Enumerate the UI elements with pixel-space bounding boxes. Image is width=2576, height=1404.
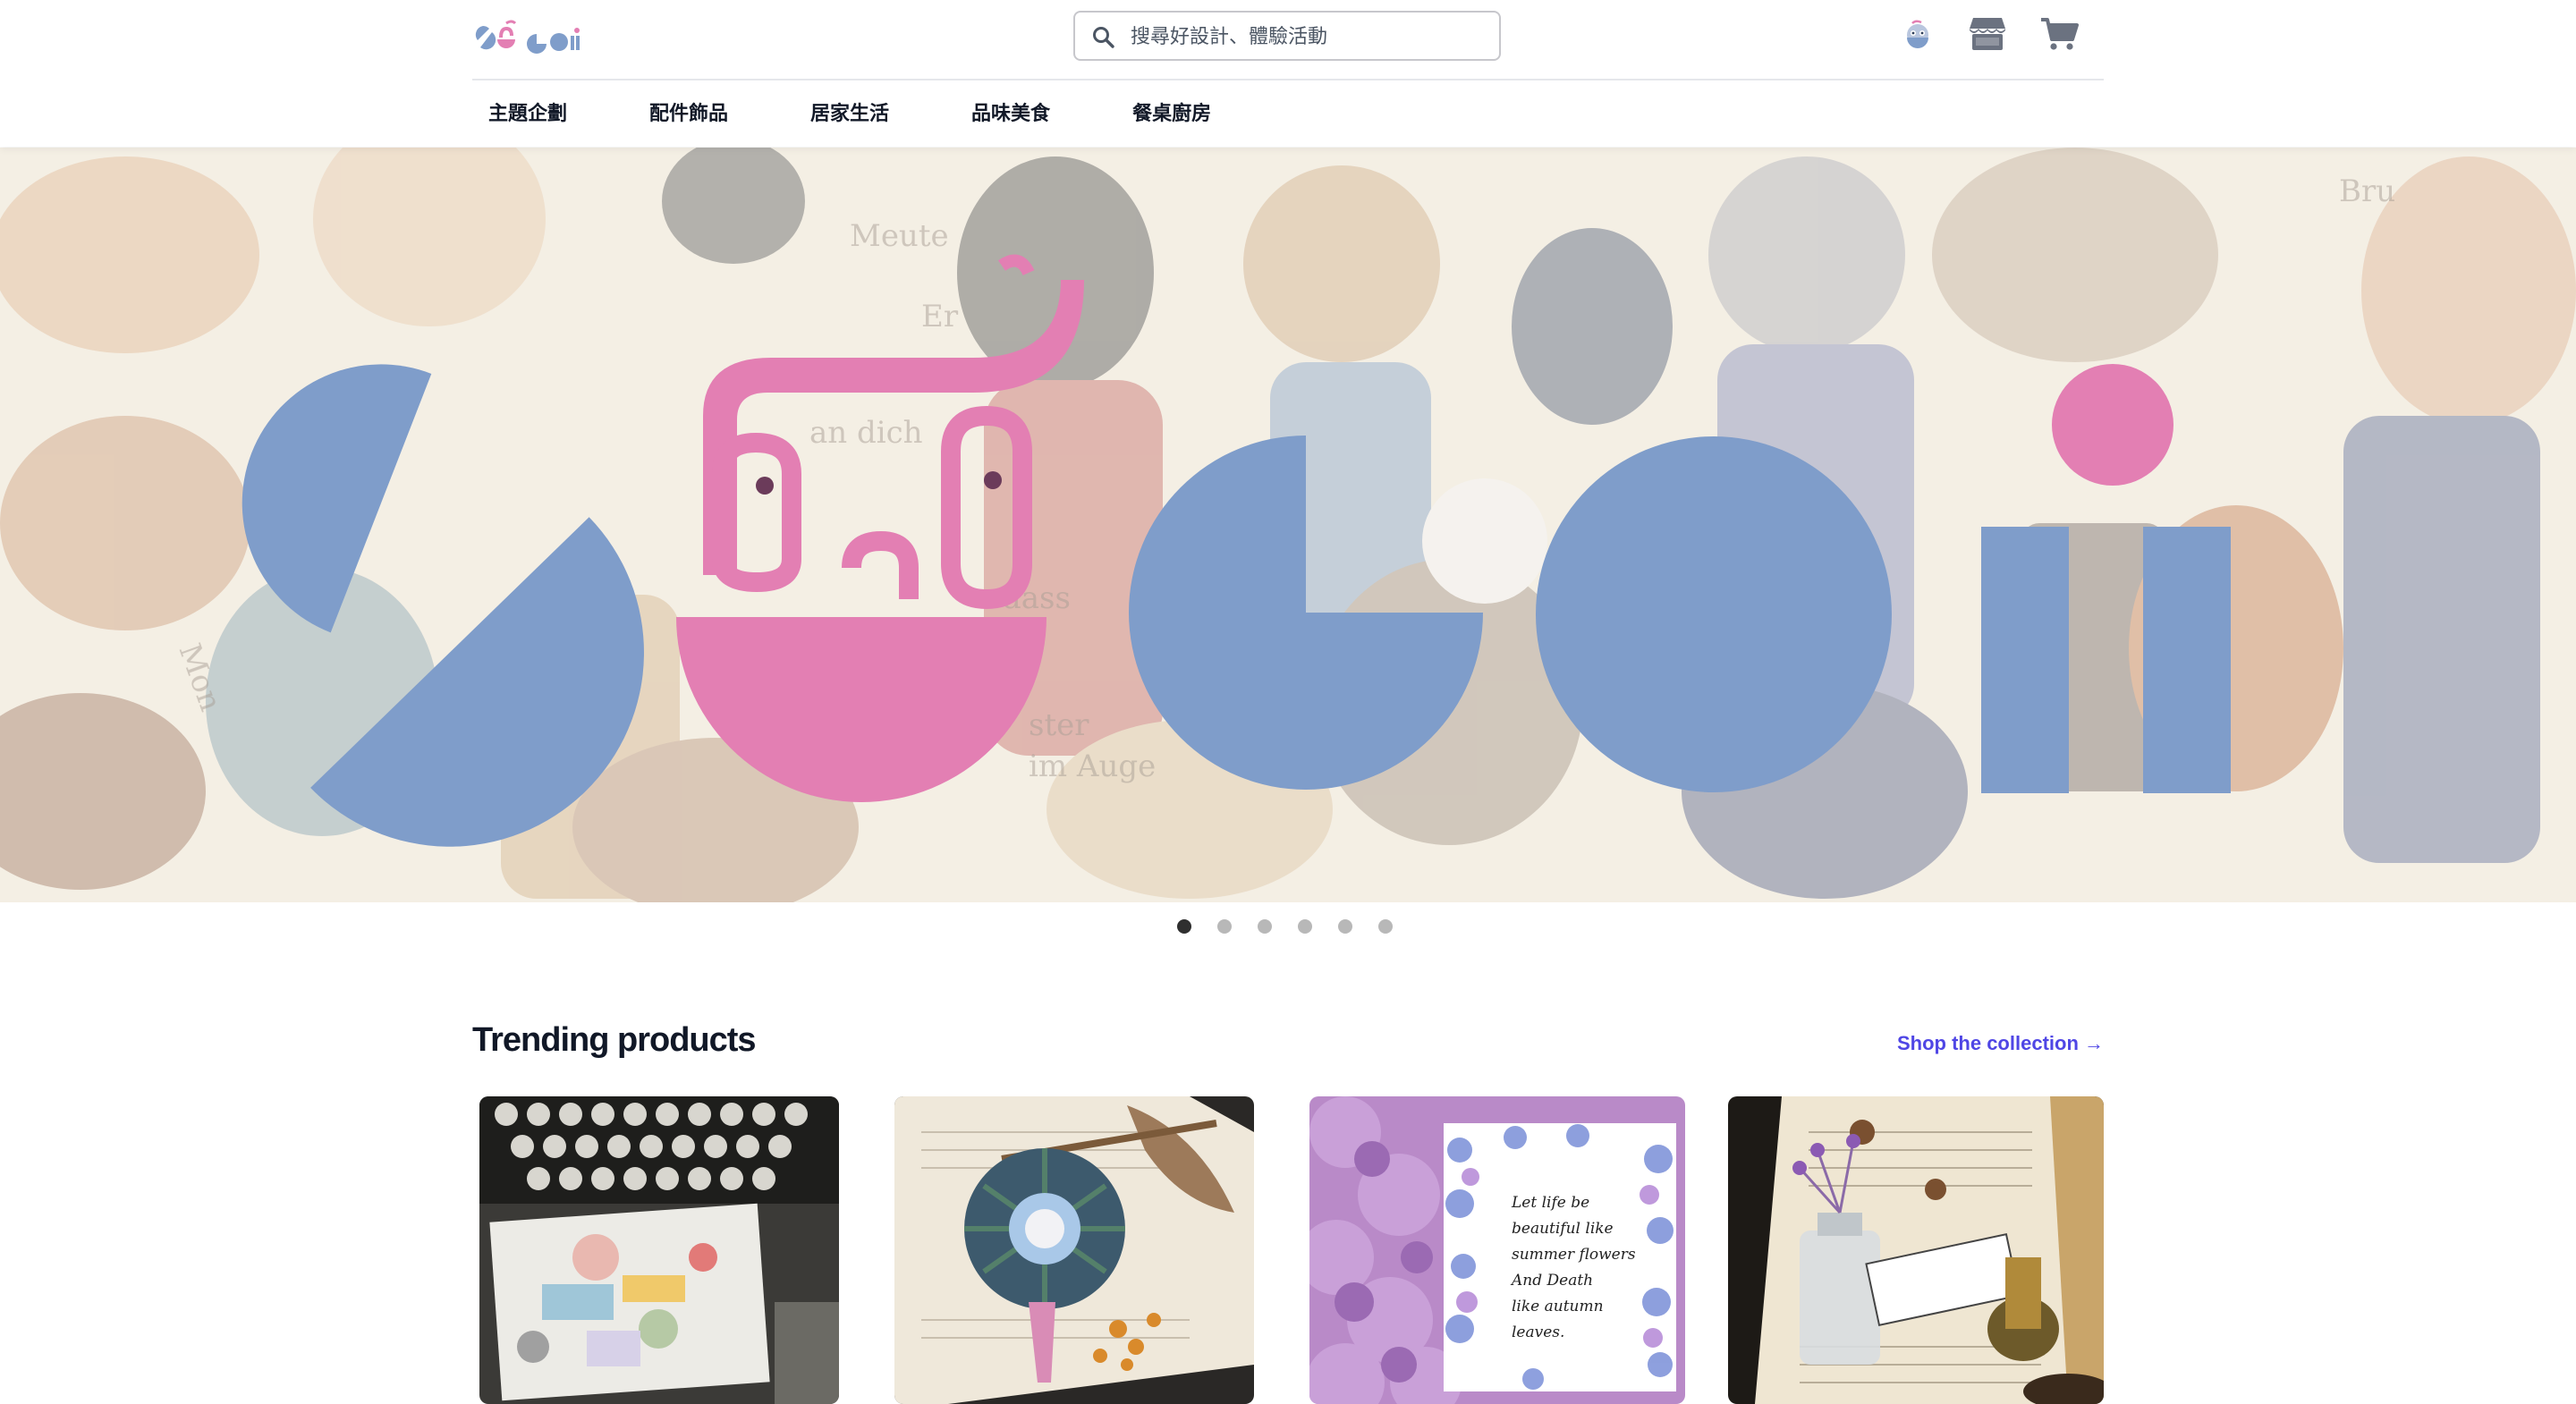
product-card-4[interactable] [1728, 1096, 2104, 1404]
shop-collection-link[interactable]: Shop the collection → [1897, 1032, 2104, 1055]
card-text-line: like autumn [1512, 1298, 1604, 1315]
store-icon[interactable] [1968, 16, 2007, 52]
hero-background-illustration: Meute Er an dich dass ster im Auge Bru M… [0, 148, 2576, 902]
header-divider [472, 79, 2104, 80]
cart-icon[interactable] [2039, 16, 2079, 52]
card-text-line: Let life be [1511, 1194, 1589, 1212]
hero-banner[interactable]: Meute Er an dich dass ster im Auge Bru M… [0, 148, 2576, 902]
category-nav: 主題企劃 配件飾品 居家生活 品味美食 餐桌廚房 [472, 86, 1277, 143]
site-header: 主題企劃 配件飾品 居家生活 品味美食 餐桌廚房 [0, 0, 2576, 147]
product-card-1[interactable] [479, 1096, 839, 1404]
product-card-2[interactable] [894, 1096, 1254, 1404]
nav-item-themes[interactable]: 主題企劃 [472, 86, 583, 143]
product-card-3[interactable]: Let life be beautiful like summer flower… [1309, 1096, 1685, 1404]
sugoii-logo[interactable] [472, 20, 580, 54]
carousel-dot-5[interactable] [1338, 919, 1352, 934]
search-input[interactable] [1129, 18, 1490, 55]
section-title: Trending products [472, 1021, 757, 1059]
card-text-line: leaves. [1512, 1324, 1564, 1341]
nav-item-gourmet[interactable]: 品味美食 [955, 86, 1066, 143]
product-image [1728, 1096, 2104, 1404]
carousel-dot-2[interactable] [1217, 919, 1232, 934]
nav-item-home-living[interactable]: 居家生活 [794, 86, 905, 143]
carousel-indicators [1177, 919, 1419, 934]
card-text-line: beautiful like [1512, 1220, 1614, 1238]
card-text-line: summer flowers [1512, 1246, 1636, 1264]
carousel-dot-4[interactable] [1298, 919, 1312, 934]
carousel-dot-3[interactable] [1258, 919, 1272, 934]
card-text-line: And Death [1510, 1272, 1593, 1290]
carousel-dot-6[interactable] [1378, 919, 1393, 934]
carousel-dot-1[interactable] [1177, 919, 1191, 934]
product-image: Let life be beautiful like summer flower… [1309, 1096, 1685, 1404]
product-image [894, 1096, 1254, 1404]
nav-item-kitchen[interactable]: 餐桌廚房 [1116, 86, 1227, 143]
search-bar[interactable] [1073, 11, 1501, 61]
nav-item-accessories[interactable]: 配件飾品 [633, 86, 744, 143]
user-avatar-icon[interactable] [1903, 20, 1932, 52]
product-image [479, 1096, 839, 1404]
search-icon [1093, 27, 1114, 48]
